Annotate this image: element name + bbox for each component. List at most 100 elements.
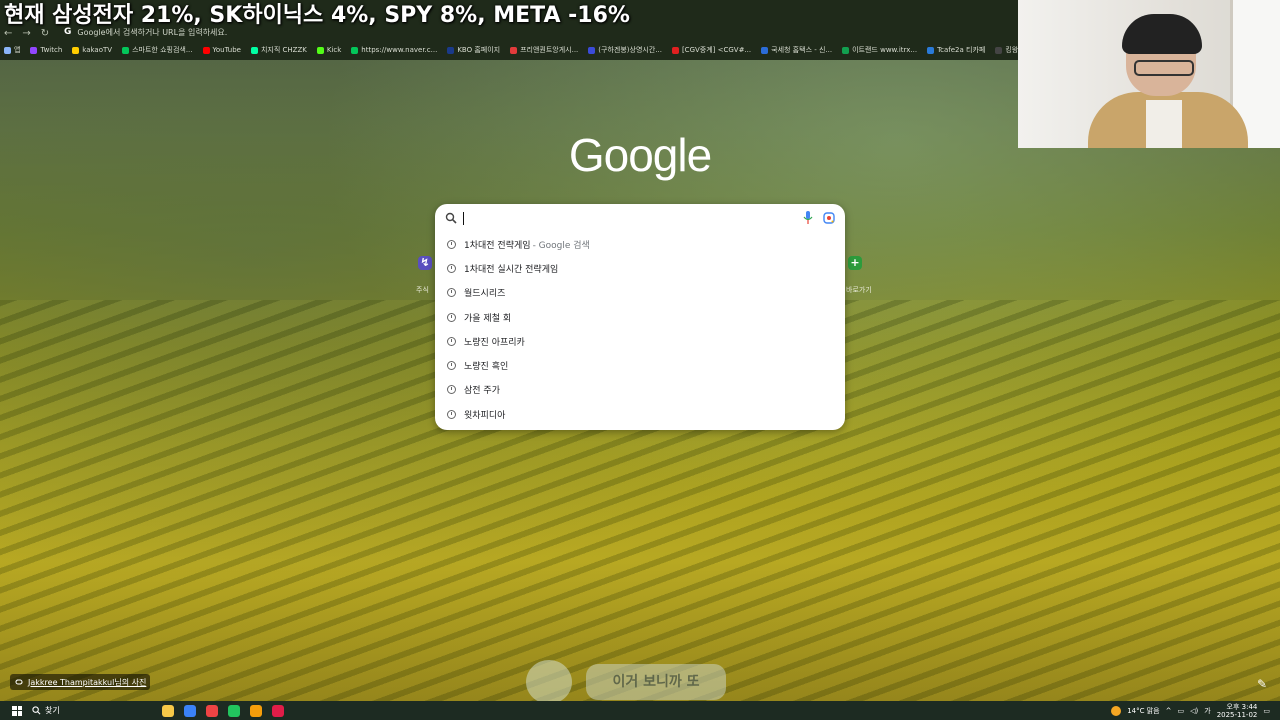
- bookmark-label: Tcafe2a 티카페: [937, 46, 986, 54]
- taskbar-app-icon[interactable]: [162, 704, 174, 717]
- customize-pencil-icon[interactable]: ✎: [1254, 676, 1270, 692]
- bookmark-favicon-icon: [510, 46, 518, 54]
- bookmark-item[interactable]: 이트랜드 www.itrx...: [842, 45, 917, 55]
- bookmark-item[interactable]: 치지직 CHZZK: [250, 45, 307, 55]
- notification-icon[interactable]: ▭: [1263, 707, 1270, 715]
- taskbar-time: 오후 3:44: [1226, 702, 1258, 711]
- bookmark-item[interactable]: [CGV중계] <CGV#...: [671, 45, 752, 55]
- bookmark-label: kakaoTV: [82, 46, 113, 54]
- photo-credit[interactable]: Jakkree Thampitakkul님의 사진: [10, 674, 151, 690]
- tray-chevron-icon[interactable]: ^: [1166, 707, 1172, 715]
- taskbar-clock[interactable]: 오후 3:44 2025-11-02: [1217, 703, 1258, 719]
- taskbar-app-icon[interactable]: [250, 704, 262, 717]
- suggestion-text: 윗차피디아: [464, 410, 506, 421]
- bookmarks-bar: 앱 Twitch kakaoTV 스마트한 쇼핑검색... YouTube 치지직 CHZ…: [0, 42, 1022, 58]
- suggestion-item[interactable]: 월드시리즈: [435, 281, 845, 305]
- bookmark-item[interactable]: https://www.naver.c...: [351, 46, 437, 54]
- windows-start-icon[interactable]: [12, 705, 22, 716]
- volume-icon[interactable]: ◁): [1190, 707, 1198, 715]
- suggestion-text: 월드시리즈: [464, 289, 506, 300]
- add-shortcut-icon[interactable]: +: [848, 256, 862, 270]
- bookmark-label: KBO 홈페이지: [457, 46, 501, 54]
- bookmark-item[interactable]: 앱: [4, 45, 20, 55]
- bookmark-item[interactable]: 국세청 홈택스 - 신...: [761, 45, 832, 55]
- caption-text: 이거 보니까 또: [586, 664, 726, 700]
- bookmark-favicon-icon: [842, 46, 850, 54]
- bookmark-favicon-icon: [447, 46, 455, 54]
- suggestion-text: 가을 제철 회: [464, 313, 512, 324]
- bookmark-favicon-icon: [761, 46, 769, 54]
- history-clock-icon: [447, 336, 456, 346]
- taskbar-app-icon[interactable]: [184, 704, 196, 717]
- streamer-glasses: [1134, 60, 1194, 76]
- bookmark-item[interactable]: (구하겐봉)상영시간...: [588, 45, 662, 55]
- bookmark-favicon-icon: [122, 46, 130, 54]
- stream-headline: 현재 삼성전자 21%, SK하이닉스 4%, SPY 8%, META -16…: [4, 3, 630, 28]
- google-logo: Google: [568, 129, 712, 181]
- bookmark-label: 국세청 홈택스 - 신...: [771, 46, 833, 54]
- lens-icon[interactable]: [823, 211, 835, 225]
- history-clock-icon: [447, 263, 456, 273]
- suggestion-item[interactable]: 1차대전 실시간 전략게임: [435, 256, 845, 280]
- suggestion-text: 노량진 흑인: [464, 362, 509, 373]
- system-tray: 14°C 맑음 ^ ▭ ◁) 가 오후 3:44 2025-11-02 ▭: [1111, 703, 1280, 719]
- chat-caption: 이거 보니까 또: [526, 660, 726, 704]
- suggestion-item[interactable]: 노량진 흑인: [435, 353, 845, 377]
- suggestion-text: 1차대전 전략게임: [464, 240, 531, 251]
- taskbar-search-icon: [32, 706, 41, 715]
- bookmark-item[interactable]: 프리앤퀀트앙게시...: [510, 45, 578, 55]
- search-panel: 1차대전 전략게임 - Google 검색 1차대전 실시간 전략게임 월드시리즈 가을…: [435, 204, 845, 430]
- bookmark-label: 치지직 CHZZK: [260, 46, 307, 54]
- bookmark-favicon-icon: [351, 46, 359, 54]
- suggestion-source: - Google 검색: [532, 240, 590, 251]
- history-clock-icon: [447, 239, 456, 249]
- search-icon: [445, 212, 457, 224]
- suggestion-text: 삼전 주가: [464, 386, 500, 397]
- taskbar-app-icon[interactable]: [228, 704, 240, 717]
- bookmark-favicon-icon: [4, 46, 11, 54]
- history-clock-icon: [447, 312, 456, 322]
- language-indicator[interactable]: 가: [1204, 706, 1210, 716]
- voice-search-icon[interactable]: [803, 211, 813, 225]
- taskbar-app-icon[interactable]: [206, 704, 218, 717]
- bookmark-item[interactable]: Kick: [316, 46, 341, 54]
- bookmark-item[interactable]: KBO 홈페이지: [447, 45, 500, 55]
- taskbar-search[interactable]: 찾기: [32, 705, 132, 716]
- taskbar-apps: [162, 704, 284, 717]
- search-input[interactable]: [435, 204, 845, 232]
- history-clock-icon: [447, 409, 456, 419]
- suggestion-item[interactable]: 1차대전 전략게임 - Google 검색: [435, 232, 845, 256]
- bookmark-label: [CGV중계] <CGV#...: [681, 46, 752, 54]
- suggestion-text: 노량진 아프리카: [464, 337, 525, 348]
- shortcut-stock-icon[interactable]: ↯: [418, 256, 432, 270]
- link-icon: [15, 679, 23, 685]
- suggestion-item[interactable]: 가을 제철 회: [435, 305, 845, 329]
- bookmark-favicon-icon: [72, 46, 80, 54]
- suggestion-item[interactable]: 노량진 아프리카: [435, 329, 845, 353]
- bookmark-favicon-icon: [30, 46, 38, 54]
- bookmark-item[interactable]: 스마트한 쇼핑검색...: [122, 45, 193, 55]
- bookmark-label: (구하겐봉)상영시간...: [598, 46, 662, 54]
- bookmark-label: 이트랜드 www.itrx...: [852, 46, 918, 54]
- bookmark-item[interactable]: Twitch: [30, 46, 62, 54]
- taskbar-app-icon[interactable]: [272, 704, 284, 717]
- bookmark-favicon-icon: [202, 46, 210, 54]
- bookmark-favicon-icon: [250, 46, 258, 54]
- suggestion-item[interactable]: 윗차피디아: [435, 402, 845, 426]
- taskbar-date: 2025-11-02: [1216, 710, 1258, 719]
- bookmark-favicon-icon: [995, 46, 1003, 54]
- bookmark-label: 앱: [14, 46, 21, 54]
- shortcut-stock-label: 주식: [416, 286, 429, 294]
- history-clock-icon: [447, 361, 456, 371]
- bookmark-item[interactable]: Tcafe2a 티카페: [927, 45, 985, 55]
- bookmark-label: 프리앤퀀트앙게시...: [520, 46, 579, 54]
- bookmark-favicon-icon: [671, 46, 679, 54]
- taskbar-search-label: 찾기: [45, 706, 60, 715]
- network-icon[interactable]: ▭: [1177, 707, 1184, 715]
- suggestion-item[interactable]: 삼전 주가: [435, 378, 845, 402]
- suggestion-list: 1차대전 전략게임 - Google 검색 1차대전 실시간 전략게임 월드시리즈 가을…: [435, 232, 845, 426]
- streamer-shirt: [1146, 100, 1182, 148]
- bookmark-item[interactable]: kakaoTV: [72, 46, 112, 54]
- bookmark-label: YouTube: [212, 46, 241, 54]
- bookmark-item[interactable]: YouTube: [202, 46, 241, 54]
